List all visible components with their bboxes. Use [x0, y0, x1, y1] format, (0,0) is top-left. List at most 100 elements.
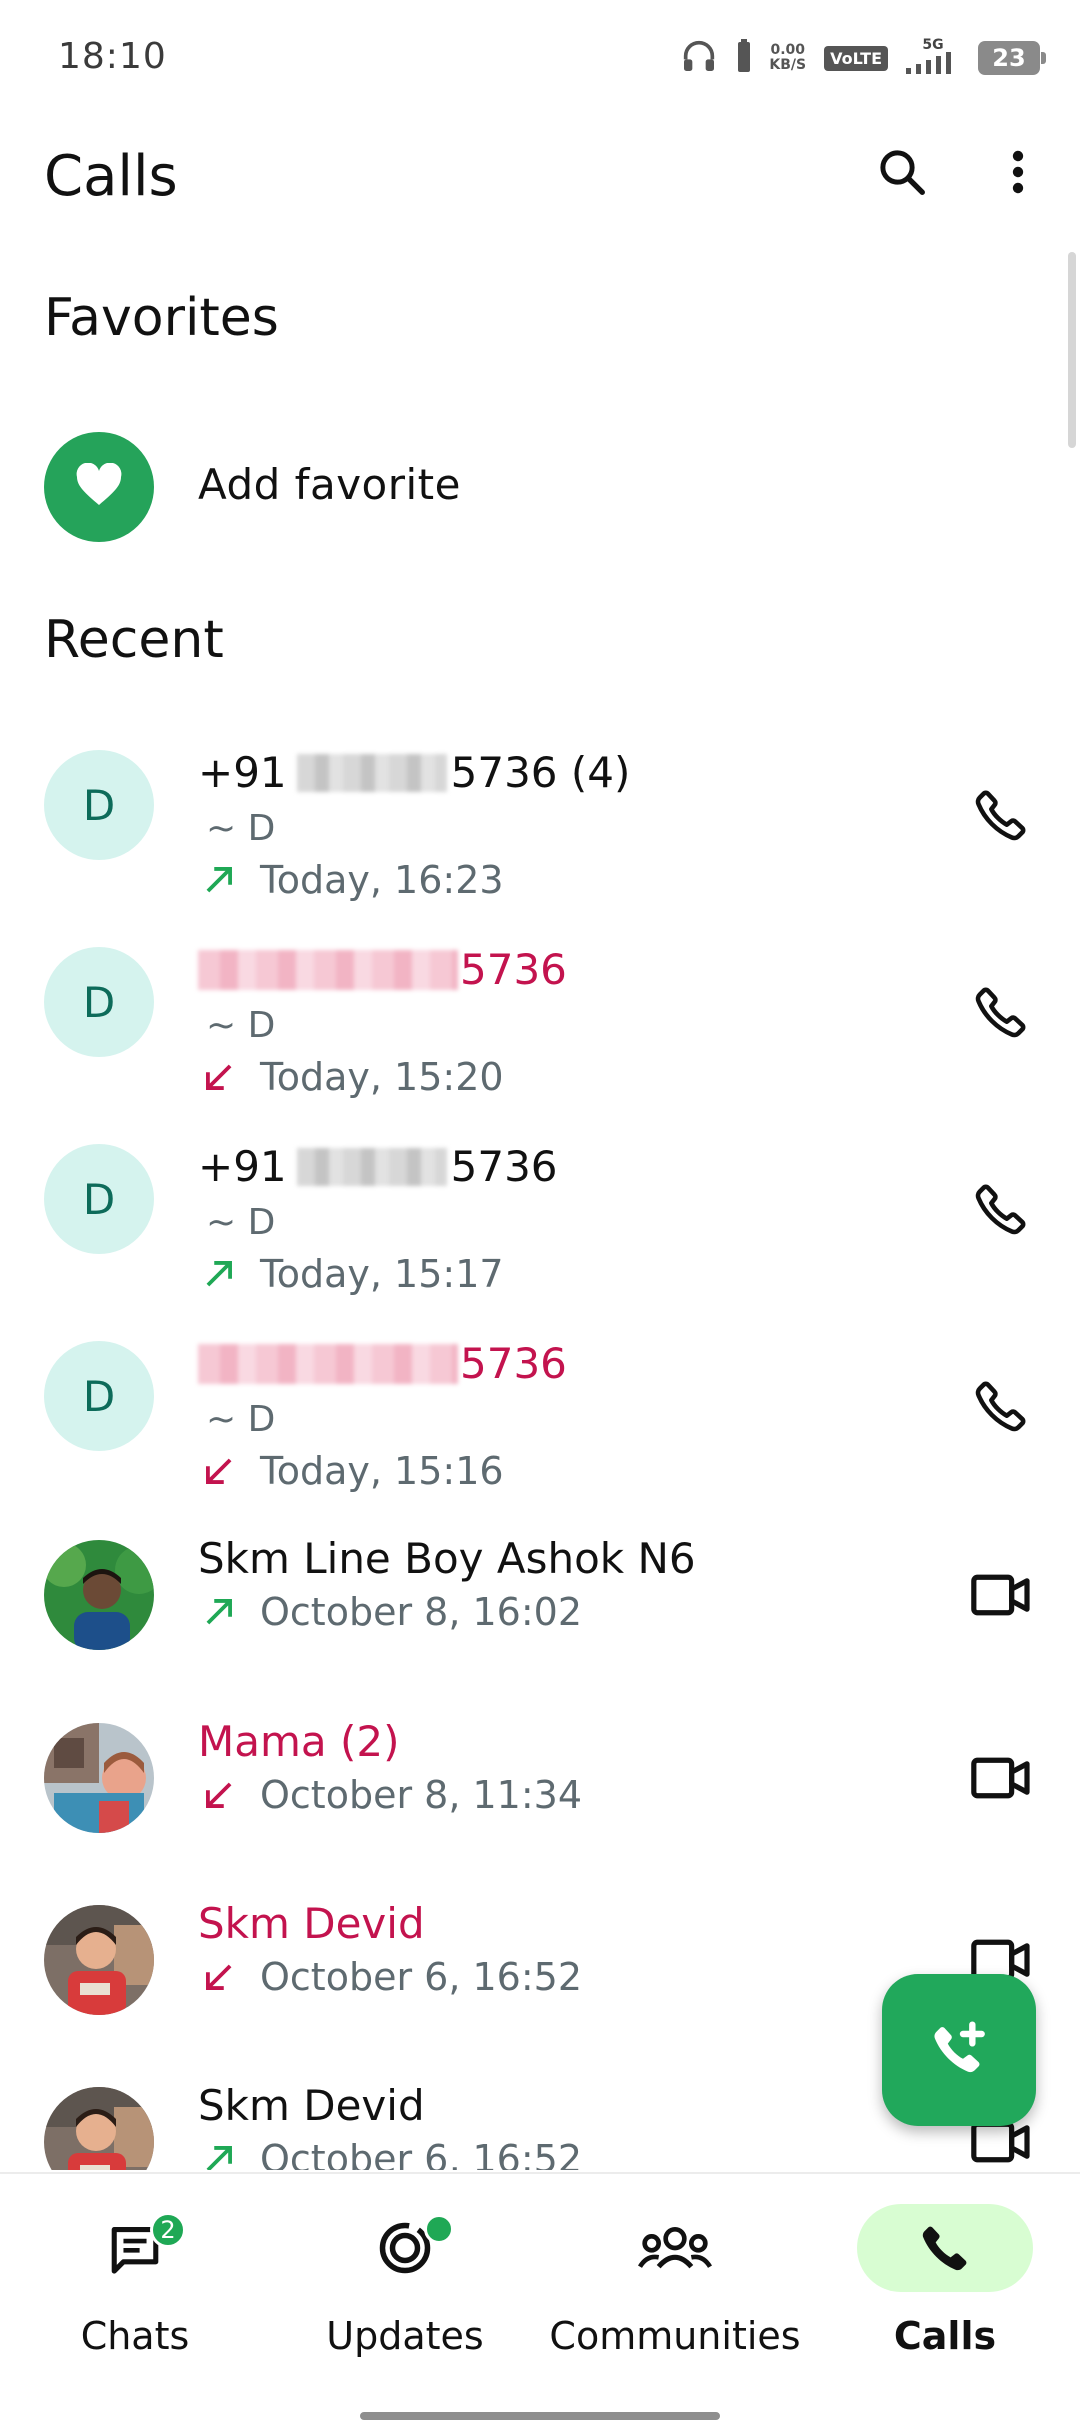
recent-calls-list: D +91 5736 (4) ~ D Today, 16:23 D 5736 ~…	[0, 720, 1080, 2170]
net-speed-value: 0.00	[770, 42, 806, 58]
call-name: 5736	[198, 1339, 567, 1388]
call-meta: October 8, 11:34	[200, 1773, 582, 1817]
page-title: Calls	[44, 144, 178, 209]
video-camera-icon	[971, 1574, 1030, 1616]
phone-icon	[975, 1381, 1026, 1432]
avatar[interactable]	[44, 1540, 154, 1650]
incoming-missed-arrow-icon	[206, 1458, 232, 1484]
call-name: 5736	[198, 945, 567, 994]
call-time: Today, 15:20	[260, 1055, 504, 1099]
phone-icon	[975, 987, 1026, 1038]
bottom-navigation: 2 Chats Updates Communities Calls	[0, 2172, 1080, 2436]
add-favorite-row[interactable]: Add favorite	[0, 420, 1080, 560]
voice-call-button[interactable]	[966, 1174, 1036, 1244]
favorites-title: Favorites	[44, 288, 279, 348]
gesture-navigation-bar[interactable]	[360, 2412, 720, 2420]
headphones-icon	[679, 36, 719, 80]
incoming-missed-arrow-icon	[206, 1964, 232, 1990]
search-button[interactable]	[870, 142, 934, 206]
call-subtitle: ~ D	[206, 1399, 276, 1440]
outgoing-arrow-icon	[206, 1599, 232, 1625]
battery-level: 23	[992, 44, 1026, 72]
incoming-missed-arrow-icon	[206, 1064, 232, 1090]
avatar[interactable]: D	[44, 947, 154, 1057]
outgoing-arrow-icon	[206, 1261, 232, 1287]
call-row[interactable]: Mama (2) October 8, 11:34	[0, 1713, 1080, 1893]
call-name-suffix: 5736	[450, 1142, 558, 1191]
tab-updates-label: Updates	[326, 2314, 484, 2358]
status-icons: 0.00 KB/S VoLTE 5G 23	[679, 36, 1046, 80]
call-row[interactable]: D +91 5736 (4) ~ D Today, 16:23	[0, 720, 1080, 920]
signal-indicator: 5G	[906, 38, 960, 78]
avatar[interactable]	[44, 2087, 154, 2170]
heart-icon	[75, 462, 123, 511]
incoming-missed-arrow-icon	[206, 1782, 232, 1808]
contact-photo	[44, 2087, 154, 2170]
tab-communities[interactable]: Communities	[540, 2204, 810, 2374]
call-meta: October 8, 16:02	[200, 1590, 582, 1634]
scrollbar[interactable]	[1068, 252, 1076, 448]
status-time: 18:10	[58, 36, 167, 77]
video-camera-icon	[971, 1757, 1030, 1799]
call-name-prefix: +91	[198, 748, 287, 797]
call-subtitle: ~ D	[206, 808, 276, 849]
net-speed: 0.00 KB/S	[769, 43, 806, 73]
call-name: Skm Devid	[198, 1899, 425, 1948]
voice-call-button[interactable]	[966, 780, 1036, 850]
outgoing-arrow-icon	[206, 2146, 232, 2170]
call-meta: Today, 15:20	[200, 1055, 504, 1099]
redacted-number	[296, 753, 447, 792]
avatar[interactable]	[44, 1723, 154, 1833]
call-row[interactable]: D 5736 ~ D Today, 15:20	[0, 917, 1080, 1117]
tab-updates[interactable]: Updates	[270, 2204, 540, 2374]
battery-indicator: 23	[978, 41, 1046, 75]
battery-saver-icon	[737, 39, 751, 77]
call-name: Mama (2)	[198, 1717, 400, 1766]
calls-icon	[922, 2226, 967, 2271]
tab-calls-pill	[857, 2204, 1033, 2292]
call-name-suffix: 5736	[460, 945, 567, 994]
top-app-bar: Calls	[0, 120, 1080, 240]
phone-icon	[975, 1184, 1026, 1235]
call-name: +91 5736 (4)	[198, 748, 630, 797]
voice-call-button[interactable]	[966, 1371, 1036, 1441]
signal-icon	[906, 52, 960, 78]
call-meta: Today, 15:17	[200, 1252, 504, 1296]
tab-calls[interactable]: Calls	[810, 2204, 1080, 2374]
net-speed-unit: KB/S	[769, 57, 807, 73]
call-name: +91 5736	[198, 1142, 558, 1191]
tab-updates-pill	[317, 2204, 493, 2292]
call-row[interactable]: Skm Line Boy Ashok N6 October 8, 16:02	[0, 1530, 1080, 1710]
more-options-button[interactable]	[994, 142, 1042, 206]
avatar[interactable]	[44, 1905, 154, 2015]
video-call-button[interactable]	[966, 1560, 1036, 1630]
voice-call-button[interactable]	[966, 977, 1036, 1047]
tab-calls-label: Calls	[893, 2314, 997, 2358]
call-meta: October 6, 16:52	[200, 1955, 582, 1999]
updates-dot-indicator	[424, 2214, 454, 2244]
call-subtitle: ~ D	[206, 1005, 276, 1046]
call-row[interactable]: D +91 5736 ~ D Today, 15:17	[0, 1114, 1080, 1314]
call-time: October 8, 16:02	[260, 1590, 582, 1634]
call-name: Skm Devid	[198, 2081, 425, 2130]
call-time: Today, 15:17	[260, 1252, 504, 1296]
call-meta: October 6, 16:52	[200, 2137, 582, 2170]
video-call-button[interactable]	[966, 1743, 1036, 1813]
add-call-icon	[934, 2021, 985, 2073]
call-meta: Today, 15:16	[200, 1449, 504, 1493]
network-type: 5G	[922, 37, 944, 53]
tab-communities-label: Communities	[549, 2314, 801, 2358]
call-time: October 6, 16:52	[260, 1955, 582, 1999]
more-vert-icon	[1011, 148, 1025, 200]
new-call-fab[interactable]	[882, 1974, 1036, 2126]
call-row[interactable]: D 5736 ~ D Today, 15:16	[0, 1311, 1080, 1511]
tab-chats[interactable]: 2 Chats	[0, 2204, 270, 2374]
avatar[interactable]: D	[44, 1144, 154, 1254]
tab-chats-label: Chats	[80, 2314, 190, 2358]
avatar[interactable]: D	[44, 750, 154, 860]
call-name-suffix: 5736	[460, 1339, 567, 1388]
redacted-number	[296, 1147, 447, 1186]
avatar[interactable]: D	[44, 1341, 154, 1451]
phone-icon	[975, 790, 1026, 841]
call-meta: Today, 16:23	[200, 858, 504, 902]
